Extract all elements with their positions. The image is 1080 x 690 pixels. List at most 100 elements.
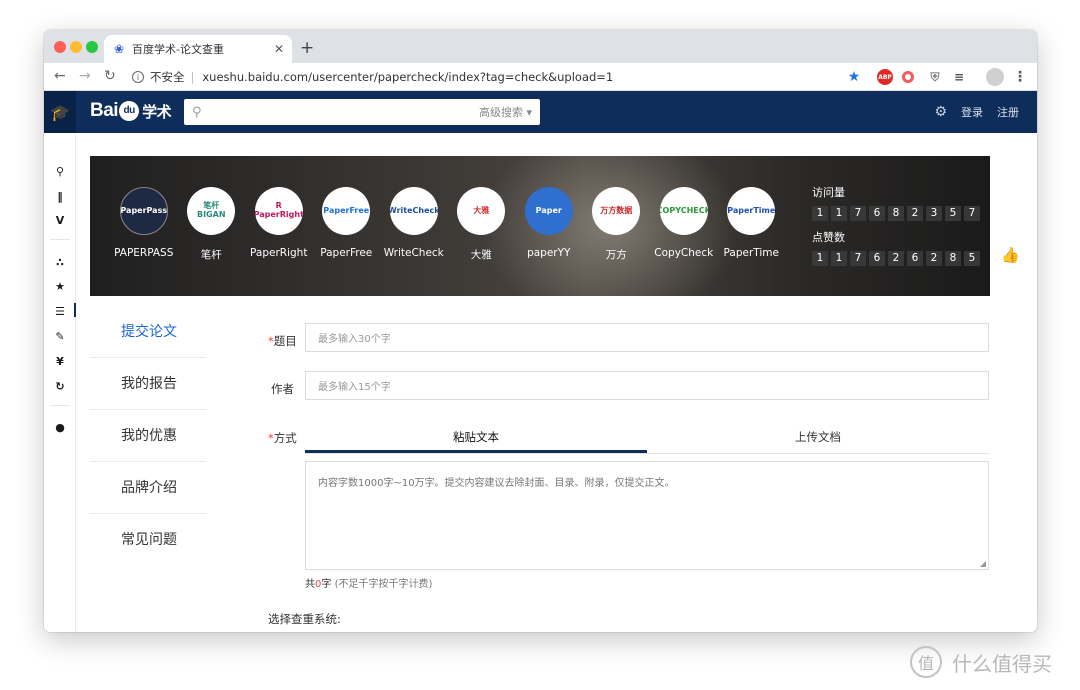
profile-avatar-icon[interactable] <box>986 68 1004 86</box>
brand-name: WriteCheck <box>383 247 444 259</box>
tab-upload-document[interactable]: 上传文档 <box>647 422 989 453</box>
opera-extension-icon[interactable] <box>902 71 914 83</box>
close-tab-icon[interactable]: ✕ <box>274 42 284 56</box>
new-tab-button[interactable]: + <box>300 38 314 58</box>
close-window-button[interactable] <box>54 41 66 53</box>
logo-suffix: 学术 <box>142 103 172 121</box>
sync-icon[interactable]: ↻ <box>44 380 76 393</box>
info-icon[interactable]: i <box>132 71 144 83</box>
brand-item[interactable]: Paper paperYY <box>515 187 583 262</box>
rss-icon[interactable]: ∴ <box>44 256 76 269</box>
subnav-brand-intro[interactable]: 品牌介绍 <box>90 462 206 514</box>
like-thumb-icon[interactable]: 👍 <box>1001 246 1020 264</box>
mode-label: *方式 <box>268 431 297 445</box>
author-input[interactable]: 最多输入15个字 <box>305 371 989 400</box>
counter-digit: 7 <box>850 251 866 266</box>
brand-item[interactable]: PaperFree PaperFree <box>313 187 381 262</box>
graduation-cap-icon[interactable]: 🎓 <box>44 91 76 133</box>
browser-tab[interactable]: ❀ 百度学术-论文查重 ✕ <box>104 35 292 63</box>
reload-icon[interactable]: ↻ <box>104 68 116 84</box>
brand-logo[interactable]: WriteCheck <box>389 187 438 235</box>
site-header: 🎓 Bai du 学术 ⚲ 高级搜索 ▾ ⚙ 登录 注册 <box>44 91 1037 133</box>
paper-content-textarea[interactable]: 内容字数1000字~10万字。提交内容建议去除封面、目录、附录，仅提交正文。 ◢ <box>305 461 989 570</box>
watermark-logo: 值 <box>910 646 942 678</box>
input-mode-tabs: 粘贴文本 上传文档 <box>305 422 989 454</box>
counter-digit: 8 <box>945 251 961 266</box>
bookmark-star-icon[interactable]: ★ <box>846 69 862 85</box>
forward-icon[interactable]: → <box>79 68 91 84</box>
tab-strip: ❀ 百度学术-论文查重 ✕ + <box>44 30 1037 63</box>
counter-digit: 6 <box>869 251 885 266</box>
title-label: *题目 <box>268 334 297 348</box>
brand-name: 笔杆 <box>200 249 222 261</box>
v-icon[interactable]: V <box>44 214 76 227</box>
brand-logo[interactable]: Paper <box>524 187 573 235</box>
brand-item[interactable]: R PaperRight PaperRight <box>245 187 313 262</box>
brand-item[interactable]: 万方数据 万方 <box>583 187 651 262</box>
advanced-search-dropdown[interactable]: 高级搜索 ▾ <box>479 104 532 120</box>
counter-digit: 1 <box>812 206 828 221</box>
brand-item[interactable]: 笔杆 BIGAN 笔杆 <box>178 187 246 262</box>
brand-logo[interactable]: COPYCHECK <box>659 187 708 235</box>
search-icon[interactable]: ⚲ <box>44 165 76 178</box>
brand-logo[interactable]: PaperPass <box>119 187 168 235</box>
counter-digit: 6 <box>869 206 885 221</box>
counter-digit: 3 <box>926 206 942 221</box>
baidu-xueshu-logo[interactable]: Bai du 学术 <box>90 100 172 122</box>
maximize-window-button[interactable] <box>86 41 98 53</box>
brand-logo[interactable]: PaperTime <box>727 187 776 235</box>
brand-logo[interactable]: 万方数据 <box>592 187 641 235</box>
brand-logo[interactable]: 大雅 <box>457 187 506 235</box>
brand-item[interactable]: 大雅 大雅 <box>448 187 516 262</box>
resize-handle-icon[interactable]: ◢ <box>980 559 986 568</box>
left-icon-rail: ⚲ ‖ V ∴ ★ ☰ ✎ ¥ ↻ ● <box>44 133 76 632</box>
login-link[interactable]: 登录 <box>961 104 983 120</box>
library-icon[interactable]: ‖ <box>44 190 76 203</box>
user-icon[interactable]: ● <box>44 421 76 434</box>
yen-icon[interactable]: ¥ <box>44 355 76 368</box>
counter-digit: 7 <box>964 206 980 221</box>
brand-item[interactable]: PaperTime PaperTime <box>718 187 786 262</box>
brand-item[interactable]: WriteCheck WriteCheck <box>380 187 448 262</box>
brand-logo[interactable]: PaperFree <box>322 187 371 235</box>
check-system-banner: PaperPass PAPERPASS 笔杆 BIGAN 笔杆 R PaperRight… <box>90 156 990 296</box>
reader-extension-icon[interactable]: ≡ <box>951 69 967 85</box>
watermark-text: 什么值得买 <box>952 651 1052 676</box>
title-input[interactable]: 最多输入30个字 <box>305 323 989 352</box>
search-input[interactable]: ⚲ 高级搜索 ▾ <box>184 99 540 125</box>
subnav-my-offers[interactable]: 我的优惠 <box>90 410 206 462</box>
logo-prefix: Bai <box>90 100 119 121</box>
visits-counter: 117682357 <box>812 206 980 221</box>
back-icon[interactable]: ← <box>54 68 66 84</box>
divider: | <box>190 70 195 84</box>
adblock-icon[interactable]: ABP <box>877 69 893 85</box>
subnav-faq[interactable]: 常见问题 <box>90 514 206 566</box>
choose-system-label: 选择查重系统: <box>268 612 341 626</box>
counter-digit: 2 <box>888 251 904 266</box>
tab-paste-text[interactable]: 粘贴文本 <box>305 422 647 453</box>
brand-logo[interactable]: 笔杆 BIGAN <box>187 187 236 235</box>
counter-digit: 8 <box>888 206 904 221</box>
menu-dots-icon[interactable]: ⋮ <box>1012 69 1028 85</box>
brand-item[interactable]: COPYCHECK CopyCheck <box>650 187 718 262</box>
register-link[interactable]: 注册 <box>997 104 1019 120</box>
counter-digit: 1 <box>812 251 828 266</box>
subnav-my-reports[interactable]: 我的报告 <box>90 358 206 410</box>
brand-item[interactable]: PaperPass PAPERPASS <box>110 187 178 262</box>
brand-logo[interactable]: R PaperRight <box>254 187 303 235</box>
header-actions: ⚙ 登录 注册 <box>934 104 1019 120</box>
brand-name: PaperTime <box>723 247 779 259</box>
gear-icon[interactable]: ⚙ <box>934 104 947 120</box>
url-text[interactable]: xueshu.baidu.com/usercenter/papercheck/i… <box>202 70 613 84</box>
minimize-window-button[interactable] <box>70 41 82 53</box>
counter-digit: 6 <box>907 251 923 266</box>
layers-icon[interactable]: ☰ <box>44 303 76 318</box>
address-bar[interactable]: i 不安全 | xueshu.baidu.com/usercenter/pape… <box>132 66 862 88</box>
counter-digit: 2 <box>926 251 942 266</box>
subnav-submit-paper[interactable]: 提交论文 <box>90 306 206 358</box>
browser-window: ❀ 百度学术-论文查重 ✕ + ← → ↻ i 不安全 | xueshu.bai… <box>44 30 1037 632</box>
shield-extension-icon[interactable]: ⛨ <box>927 69 943 85</box>
star-icon[interactable]: ★ <box>44 280 76 293</box>
pen-icon[interactable]: ✎ <box>44 330 76 343</box>
brand-name: 大雅 <box>470 249 492 261</box>
